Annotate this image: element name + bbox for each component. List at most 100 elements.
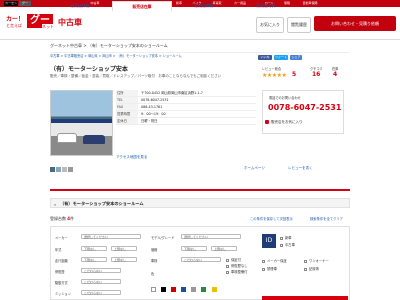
review-count[interactable]: 16 [312, 71, 320, 78]
id-badge-icon: ID [262, 234, 276, 248]
add-favorite-shop-link[interactable]: 販売店をお気に入り [271, 120, 303, 125]
save-search-link[interactable]: この条件を保存して次回表示 [250, 216, 293, 221]
checkbox[interactable] [280, 243, 283, 247]
global-nav-link-1[interactable]: グー [19, 1, 31, 6]
year-to-select[interactable]: 上限なし [111, 246, 137, 251]
option-label: 修復歴なし [231, 264, 248, 268]
checkbox[interactable] [262, 259, 265, 263]
price-label: 価格 [151, 248, 158, 252]
option-checkbox-inspection[interactable]: 車検整備付 [226, 269, 247, 274]
breadcrumb[interactable]: 中古車 > 中古車販売店 > 岡山県 > 岡山市 > （有）モーターショップ安本… [50, 53, 182, 58]
info-value: 086-43-1761 [141, 105, 163, 109]
clear-search-link[interactable]: 検索条件を全てクリア [310, 216, 343, 221]
checkbox[interactable] [226, 258, 229, 262]
maker-select[interactable]: 選択してください [81, 234, 141, 239]
tab-shop-photos[interactable]: 販売店写真 [236, 1, 296, 11]
option-new-car[interactable]: 新車 [280, 235, 292, 240]
info-key: TEL [116, 97, 138, 103]
car-image [83, 135, 105, 144]
like-button[interactable]: いいね [258, 55, 272, 60]
option-label: メーカー保証 [267, 259, 287, 263]
mission-label: ミッション [55, 292, 71, 296]
tab-shop-detail[interactable]: 販売店詳細 [50, 1, 110, 11]
option-records[interactable]: 記録簿 [304, 266, 319, 271]
shaken-label: 車検 [151, 259, 158, 263]
search-side-panel: ID 新車 中古車 メーカー保証 ワンオーナー 禁煙車 記録簿 [262, 232, 348, 292]
drive-label: 駆動方式 [55, 281, 68, 285]
checkbox[interactable] [226, 270, 229, 274]
star-rating-icon: ★★★★★ [262, 72, 287, 79]
drive-select[interactable]: こだわらない [81, 279, 121, 284]
favorite-icon [265, 120, 269, 124]
checkbox[interactable] [226, 264, 229, 268]
repair-select[interactable]: こだわらない [81, 268, 121, 273]
map-link[interactable]: アクセス地図を見る [116, 155, 147, 160]
year-from-select[interactable]: 下限なし [81, 246, 107, 251]
page-path: グーネット中古車 > （有）モーターショップ安本のショールーム [50, 43, 168, 48]
repair-label: 修復歴 [55, 270, 65, 274]
option-checkbox-warranty[interactable]: 保証付 [226, 257, 241, 262]
tweet-button[interactable]: ツイート [274, 55, 288, 60]
logo-tagline-bottom: と言えば [6, 23, 22, 28]
car-image [57, 133, 77, 143]
count-suffix: 件 [70, 216, 75, 221]
shop-tabs [50, 180, 350, 191]
shop-description: 販売／車検・整備／板金・塗装／買取／ドレスアップ／パーツ取付 お車のことならなん… [50, 74, 222, 78]
inquiry-button[interactable]: お問い合わせ・見積り依頼 [314, 16, 396, 31]
option-checkbox-no-repair[interactable]: 修復歴なし [226, 263, 247, 268]
mileage-label: 走行距離 [55, 259, 68, 263]
tab-shop-stock[interactable]: 販売店在庫 [112, 1, 172, 11]
model-select[interactable]: 選択してください [181, 234, 241, 239]
checkbox[interactable] [304, 267, 307, 271]
option-label: 新車 [285, 236, 292, 240]
tab-shop-info[interactable]: 販売店情報 [174, 1, 234, 11]
option-used-car[interactable]: 中古車 [280, 242, 295, 247]
search-submit-bar[interactable] [262, 296, 348, 300]
price-from-select[interactable]: 下限なし [181, 246, 207, 251]
option-label: 車検整備付 [231, 270, 248, 274]
info-value: 9：00～19：00 [141, 112, 166, 116]
shop-signboard [51, 119, 112, 123]
maker-label: メーカー [55, 236, 68, 240]
global-nav-link-0[interactable]: カーセンサー [4, 1, 18, 10]
option-non-smoking[interactable]: 禁煙車 [262, 266, 277, 271]
section-title: （有）モーターショップ安本のショールーム [60, 201, 144, 206]
option-maker-warranty[interactable]: メーカー保証 [262, 258, 287, 263]
checkbox[interactable] [304, 259, 307, 263]
year-label: 年式 [55, 248, 62, 252]
info-row-tel: TEL 0078-6047-2531 [116, 97, 256, 104]
homepage-link[interactable]: ホームページ [244, 166, 265, 171]
info-value: 0078-6047-2531 [141, 98, 169, 102]
option-label: 保証付 [231, 258, 241, 262]
option-label: 禁煙車 [267, 267, 277, 271]
count-prefix: 登録台数 [50, 216, 66, 221]
mission-select[interactable]: こだわらない [81, 290, 121, 295]
review-score: 5 [292, 71, 297, 78]
photo-thumbnails[interactable] [50, 157, 113, 172]
share-button[interactable]: シェア [290, 55, 302, 60]
mileage-from-select[interactable]: 下限なし [81, 257, 107, 262]
history-button[interactable]: 閲覧履歴 [287, 17, 311, 33]
global-nav-link-11[interactable]: 自動車保険 [300, 1, 320, 6]
favorites-button[interactable]: お気に入り [256, 17, 284, 33]
info-value: 〒700-0452 岡山県岡山市南区浜野1-1-7 [141, 91, 203, 95]
info-row-fax: FAX 086-43-1761 [116, 104, 256, 111]
price-to-select[interactable]: 上限なし [211, 246, 237, 251]
shaken-select[interactable]: こだわらない [181, 257, 221, 262]
info-key: 住所 [116, 90, 138, 96]
mileage-to-select[interactable]: 上限なし [111, 257, 137, 262]
registered-count: 登録台数 4件 [50, 216, 74, 222]
write-review-link[interactable]: レビューを書く [288, 166, 313, 171]
stock-count[interactable]: 4 [333, 71, 337, 78]
info-key: 定休日 [116, 118, 138, 124]
color-swatches[interactable] [151, 277, 221, 292]
checkbox[interactable] [262, 267, 265, 271]
review-summary: レビュー総合 ★★★★★ 5 クチコミ 16 在庫 4 [262, 66, 344, 82]
checkbox[interactable] [280, 236, 283, 240]
color-label: 色 [151, 272, 155, 276]
review-label: レビュー総合 [262, 67, 282, 71]
shop-photo [50, 90, 113, 156]
option-label: ワンオーナー [309, 259, 329, 263]
contact-phone[interactable]: 0078-6047-2531 [268, 103, 341, 112]
option-one-owner[interactable]: ワンオーナー [304, 258, 329, 263]
